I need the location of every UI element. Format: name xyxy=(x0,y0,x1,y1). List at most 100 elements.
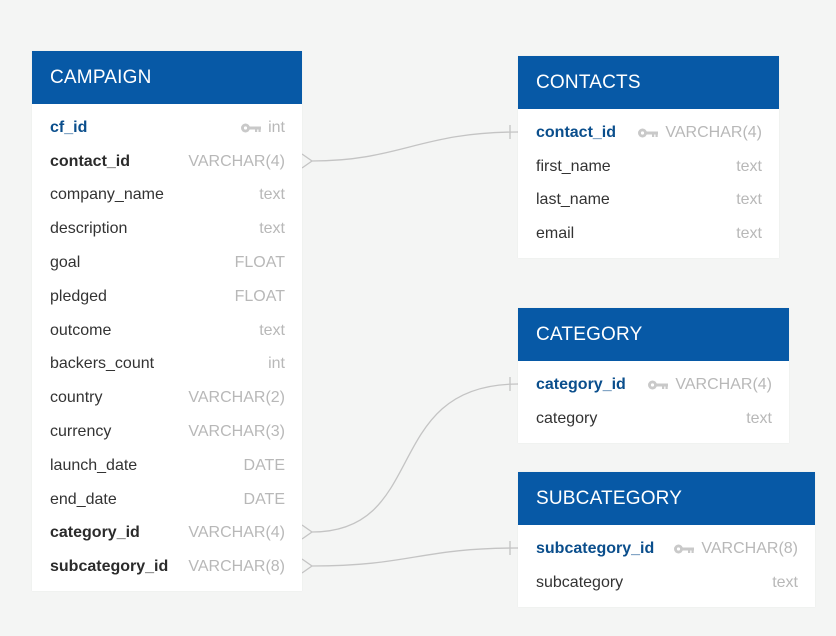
table-title: CAMPAIGN xyxy=(50,66,152,88)
field-name: outcome xyxy=(50,321,112,339)
field-type-label: int xyxy=(268,355,285,373)
table-header-contacts[interactable]: CONTACTS xyxy=(518,56,779,109)
field-type-label: VARCHAR(3) xyxy=(188,423,285,441)
primary-key-icon xyxy=(240,122,262,134)
field-name: country xyxy=(50,389,103,407)
field-type-label: int xyxy=(268,118,285,136)
field-row[interactable]: company_name text xyxy=(32,179,302,213)
field-type: VARCHAR(4) xyxy=(637,124,762,142)
field-type: VARCHAR(4) xyxy=(188,524,285,542)
field-name: contact_id xyxy=(536,123,617,141)
field-row[interactable]: subcategory text xyxy=(518,566,815,600)
relationship-subcategory[interactable] xyxy=(301,541,519,574)
field-row[interactable]: outcome text xyxy=(32,314,302,348)
crowfoot-many-icon xyxy=(301,558,314,574)
table-contacts[interactable]: CONTACTS contact_id VARCHAR(4) first_name t… xyxy=(518,56,779,259)
field-name: launch_date xyxy=(50,456,138,474)
field-type: text xyxy=(736,158,762,176)
connector-line-contact xyxy=(311,131,519,162)
relationship-contact[interactable] xyxy=(301,125,519,169)
field-type-label: VARCHAR(8) xyxy=(701,539,798,557)
field-type-label: VARCHAR(8) xyxy=(188,558,285,576)
field-type-label: text xyxy=(259,186,285,204)
field-name: category xyxy=(536,409,598,427)
field-row[interactable]: cf_id int xyxy=(32,111,302,145)
field-list-subcategory: subcategory_id VARCHAR(8) subcategory text xyxy=(518,525,815,607)
primary-key-icon xyxy=(647,379,669,391)
field-list-category: category_id VARCHAR(4) category text xyxy=(518,361,789,443)
field-type-label: VARCHAR(4) xyxy=(675,375,772,393)
field-type-label: VARCHAR(2) xyxy=(188,389,285,407)
field-list-contacts: contact_id VARCHAR(4) first_name text last_n… xyxy=(518,109,779,258)
field-row[interactable]: country VARCHAR(2) xyxy=(32,381,302,415)
field-type-label: text xyxy=(736,225,762,243)
field-row[interactable]: contact_id VARCHAR(4) xyxy=(32,145,302,179)
field-type: text xyxy=(736,225,762,243)
field-name: company_name xyxy=(50,186,164,204)
field-type: VARCHAR(3) xyxy=(188,423,285,441)
field-row[interactable]: goal FLOAT xyxy=(32,246,302,280)
crowfoot-many-icon xyxy=(301,153,314,169)
field-type-label: text xyxy=(736,191,762,209)
field-type: text xyxy=(259,322,285,340)
field-row[interactable]: contact_id VARCHAR(4) xyxy=(518,116,779,150)
field-name: first_name xyxy=(536,157,611,175)
table-header-category[interactable]: CATEGORY xyxy=(518,308,789,361)
field-row[interactable]: launch_date DATE xyxy=(32,449,302,483)
field-row[interactable]: end_date DATE xyxy=(32,483,302,517)
field-type: FLOAT xyxy=(235,254,285,272)
field-row[interactable]: backers_count int xyxy=(32,348,302,382)
table-category[interactable]: CATEGORY category_id VARCHAR(4) category te… xyxy=(518,308,789,443)
table-title: CATEGORY xyxy=(536,323,643,345)
field-name: pledged xyxy=(50,287,107,305)
field-type: VARCHAR(4) xyxy=(647,376,772,394)
field-name: cf_id xyxy=(50,118,88,136)
field-row[interactable]: last_name text xyxy=(518,184,779,218)
primary-key-icon xyxy=(673,543,695,555)
field-row[interactable]: email text xyxy=(518,217,779,251)
connector-line-subcategory xyxy=(311,547,519,567)
field-type-label: text xyxy=(736,157,762,175)
table-header-campaign[interactable]: CAMPAIGN xyxy=(32,51,302,104)
field-type: VARCHAR(2) xyxy=(188,389,285,407)
field-type-label: text xyxy=(259,321,285,339)
field-type: text xyxy=(259,186,285,204)
field-type-label: VARCHAR(4) xyxy=(665,123,762,141)
field-type-label: DATE xyxy=(243,490,285,508)
field-name: subcategory_id xyxy=(536,539,655,557)
field-type: text xyxy=(772,574,798,592)
field-name: last_name xyxy=(536,191,610,209)
field-type: FLOAT xyxy=(235,288,285,306)
field-row[interactable]: currency VARCHAR(3) xyxy=(32,415,302,449)
field-type-label: FLOAT xyxy=(234,287,285,305)
field-row[interactable]: description text xyxy=(32,212,302,246)
field-name: goal xyxy=(50,254,81,272)
field-row[interactable]: category_id VARCHAR(4) xyxy=(32,517,302,551)
field-row[interactable]: category_id VARCHAR(4) xyxy=(518,368,789,402)
field-type: VARCHAR(8) xyxy=(673,540,798,558)
field-type: text xyxy=(736,191,762,209)
field-row[interactable]: subcategory_id VARCHAR(8) xyxy=(32,550,302,584)
relationship-category[interactable] xyxy=(301,377,519,540)
field-row[interactable]: pledged FLOAT xyxy=(32,280,302,314)
field-type-label: VARCHAR(4) xyxy=(188,524,285,542)
table-campaign[interactable]: CAMPAIGN cf_id int contact_id VARCHAR(4) com… xyxy=(32,51,302,592)
field-row[interactable]: category text xyxy=(518,402,789,436)
field-type: text xyxy=(746,410,772,428)
field-row[interactable]: first_name text xyxy=(518,150,779,184)
field-name: category_id xyxy=(536,375,626,393)
primary-key-icon xyxy=(637,127,659,139)
field-name: end_date xyxy=(50,490,117,508)
field-type: DATE xyxy=(244,491,285,509)
field-type-label: FLOAT xyxy=(234,254,285,272)
field-type: DATE xyxy=(244,457,285,475)
field-type-label: VARCHAR(4) xyxy=(188,152,285,170)
table-header-subcategory[interactable]: SUBCATEGORY xyxy=(518,472,815,525)
field-type-label: DATE xyxy=(243,456,285,474)
field-row[interactable]: subcategory_id VARCHAR(8) xyxy=(518,532,815,566)
connector-line-category xyxy=(311,383,519,533)
field-name: description xyxy=(50,220,128,238)
table-subcategory[interactable]: SUBCATEGORY subcategory_id VARCHAR(8) subc… xyxy=(518,472,815,607)
field-type: int xyxy=(240,119,285,137)
field-type: int xyxy=(268,355,285,373)
